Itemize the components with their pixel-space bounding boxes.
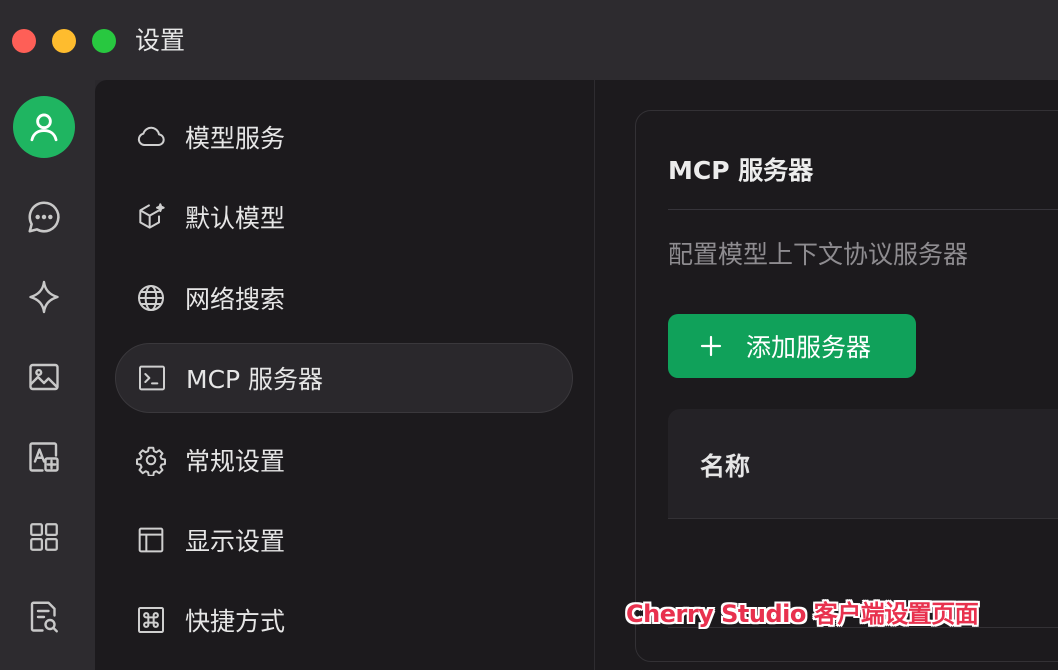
image-icon[interactable] <box>25 358 63 396</box>
sparkle-icon[interactable] <box>25 278 63 316</box>
user-icon <box>30 113 58 142</box>
terminal-icon <box>136 362 168 394</box>
add-server-button[interactable]: 添加服务器 <box>668 314 916 378</box>
menu-item-mcp-servers[interactable]: MCP 服务器 <box>115 343 573 413</box>
menu-item-label: 显示设置 <box>185 527 286 556</box>
title-bar: 设置 <box>0 0 1058 80</box>
globe-icon <box>135 282 167 314</box>
apps-icon[interactable] <box>25 518 63 556</box>
maximize-window-button[interactable] <box>92 29 116 53</box>
menu-item-label: 快捷方式 <box>185 607 286 636</box>
plus-icon <box>698 333 724 359</box>
cloud-icon <box>135 121 167 153</box>
avatar[interactable] <box>13 96 75 158</box>
menu-item-default-model[interactable]: 默认模型 <box>115 182 573 252</box>
column-header-name: 名称 <box>700 452 751 481</box>
divider <box>668 209 1058 210</box>
menu-item-shortcuts[interactable]: 快捷方式 <box>115 585 573 655</box>
layout-icon <box>135 524 167 556</box>
cube-sparkle-icon <box>135 201 167 233</box>
menu-item-label: 常规设置 <box>185 447 286 476</box>
page-description: 配置模型上下文协议服务器 <box>668 240 969 269</box>
gear-icon <box>135 444 167 476</box>
menu-item-display-settings[interactable]: 显示设置 <box>115 505 573 575</box>
minimize-window-button[interactable] <box>52 29 76 53</box>
page-title: MCP 服务器 <box>668 156 814 185</box>
file-search-icon[interactable] <box>25 598 63 636</box>
watermark-caption: Cherry Studio 客户端设置页面 <box>626 600 979 628</box>
window-title: 设置 <box>135 26 186 55</box>
close-window-button[interactable] <box>12 29 36 53</box>
command-icon <box>135 604 167 636</box>
chat-icon[interactable] <box>25 198 63 236</box>
menu-item-general-settings[interactable]: 常规设置 <box>115 425 573 495</box>
menu-item-label: MCP 服务器 <box>186 365 324 394</box>
server-table-header: 名称 <box>668 409 1058 519</box>
icon-rail <box>0 80 95 670</box>
menu-item-model-service[interactable]: 模型服务 <box>115 102 573 172</box>
menu-item-label: 网络搜索 <box>185 285 286 314</box>
settings-menu: 模型服务 默认模型 网络搜索 MCP 服务器 常规设置 显示设置 快捷方式 <box>95 80 595 670</box>
menu-item-label: 模型服务 <box>185 124 286 153</box>
menu-item-web-search[interactable]: 网络搜索 <box>115 263 573 333</box>
translate-icon[interactable] <box>25 438 63 476</box>
mcp-server-card: MCP 服务器 配置模型上下文协议服务器 添加服务器 名称 <box>635 110 1058 662</box>
settings-panel: 模型服务 默认模型 网络搜索 MCP 服务器 常规设置 显示设置 快捷方式 MC… <box>95 80 1058 670</box>
menu-item-label: 默认模型 <box>185 204 286 233</box>
add-server-label: 添加服务器 <box>746 333 872 362</box>
